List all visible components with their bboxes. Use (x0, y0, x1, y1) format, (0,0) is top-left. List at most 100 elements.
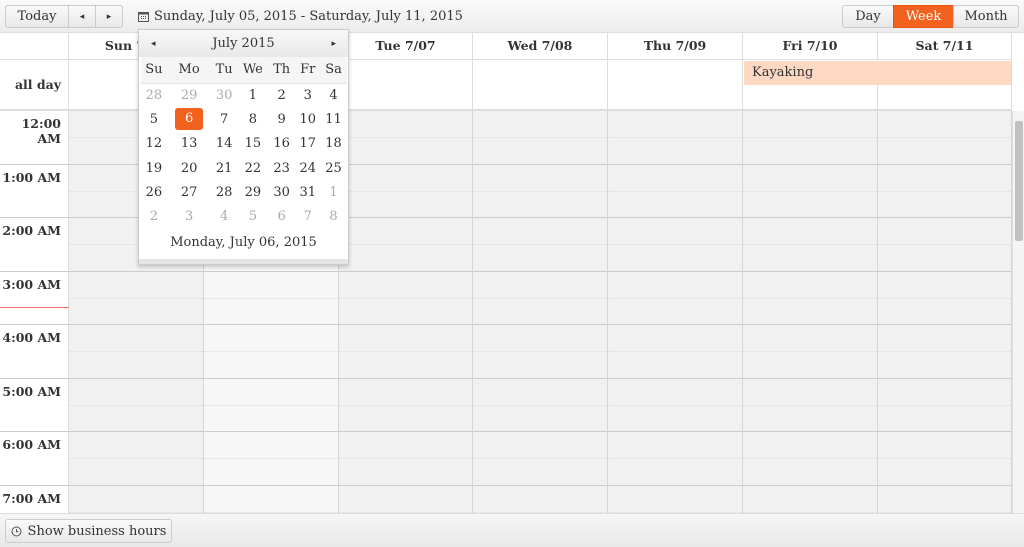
datepicker-day[interactable]: 3 (295, 83, 321, 107)
datepicker-day[interactable]: 4 (211, 204, 237, 228)
time-slot[interactable] (743, 378, 878, 432)
datepicker-day[interactable]: 19 (141, 156, 168, 180)
prev-button[interactable]: ◂ (68, 5, 96, 28)
time-slot[interactable] (878, 164, 1012, 218)
datepicker-day[interactable]: 30 (211, 83, 237, 107)
time-slot[interactable] (473, 378, 608, 432)
datepicker-day[interactable]: 30 (268, 180, 294, 204)
datepicker-day[interactable]: 3 (167, 204, 211, 228)
datepicker-day[interactable]: 12 (141, 132, 168, 156)
day-header[interactable]: Tue 7/07 (339, 33, 473, 60)
time-slot[interactable] (339, 325, 473, 379)
datepicker-day[interactable]: 2 (141, 204, 168, 228)
datepicker-title[interactable]: July 2015 (212, 36, 274, 51)
time-slot[interactable] (473, 111, 608, 165)
datepicker-day[interactable]: 7 (211, 107, 237, 131)
day-header[interactable]: Thu 7/09 (608, 33, 743, 60)
datepicker-day[interactable]: 23 (268, 156, 294, 180)
datepicker-day[interactable]: 1 (321, 180, 347, 204)
time-slot[interactable] (608, 218, 743, 272)
time-slot[interactable] (608, 111, 743, 165)
datepicker-day[interactable]: 21 (211, 156, 237, 180)
time-slot[interactable] (608, 378, 743, 432)
time-slot[interactable] (339, 432, 473, 486)
time-slot[interactable] (339, 111, 473, 165)
time-slot[interactable] (473, 432, 608, 486)
time-slot[interactable] (878, 378, 1012, 432)
time-slot[interactable] (878, 432, 1012, 486)
datepicker-day[interactable]: 20 (167, 156, 211, 180)
datepicker-day[interactable]: 24 (295, 156, 321, 180)
time-slot[interactable] (743, 164, 878, 218)
time-slot[interactable] (204, 325, 339, 379)
datepicker-day[interactable]: 7 (295, 204, 321, 228)
time-slot[interactable] (204, 432, 339, 486)
datepicker-day[interactable]: 9 (268, 107, 294, 131)
datepicker-today-link[interactable]: Monday, July 06, 2015 (139, 235, 348, 250)
time-slot[interactable] (743, 271, 878, 325)
day-header[interactable]: Wed 7/08 (473, 33, 608, 60)
time-slot[interactable] (878, 325, 1012, 379)
time-slot[interactable] (69, 432, 204, 486)
datepicker-next-icon[interactable]: ▸ (331, 39, 336, 49)
datepicker-day[interactable]: 28 (211, 180, 237, 204)
datepicker-day[interactable]: 8 (237, 107, 268, 131)
time-slot[interactable] (69, 378, 204, 432)
time-slot[interactable] (608, 432, 743, 486)
view-month-button[interactable]: Month (953, 5, 1019, 28)
time-slot[interactable] (339, 271, 473, 325)
time-slot[interactable] (339, 218, 473, 272)
time-slot[interactable] (743, 218, 878, 272)
all-day-cell[interactable] (473, 60, 608, 111)
view-week-button[interactable]: Week (893, 5, 954, 28)
time-slot[interactable] (473, 271, 608, 325)
view-day-button[interactable]: Day (842, 5, 894, 28)
time-slot[interactable] (473, 218, 608, 272)
datepicker-prev-icon[interactable]: ◂ (151, 39, 156, 49)
datepicker-day[interactable]: 28 (141, 83, 168, 107)
time-slot[interactable] (878, 111, 1012, 165)
datepicker-day[interactable]: 2 (268, 83, 294, 107)
time-slot[interactable] (743, 111, 878, 165)
time-slot[interactable] (69, 271, 204, 325)
datepicker-day[interactable]: 26 (141, 180, 168, 204)
datepicker-day[interactable]: 14 (211, 132, 237, 156)
time-slot[interactable] (743, 325, 878, 379)
time-slot[interactable] (473, 325, 608, 379)
datepicker-day[interactable]: 17 (295, 132, 321, 156)
datepicker-day[interactable]: 11 (321, 107, 347, 131)
time-slot[interactable] (204, 271, 339, 325)
time-slot[interactable] (69, 325, 204, 379)
datepicker-day[interactable]: 10 (295, 107, 321, 131)
datepicker-day[interactable]: 29 (167, 83, 211, 107)
datepicker-day[interactable]: 13 (167, 132, 211, 156)
time-slot[interactable] (339, 378, 473, 432)
event-kayaking[interactable]: Kayaking (744, 61, 1011, 85)
time-slot[interactable] (743, 432, 878, 486)
time-slot[interactable] (878, 271, 1012, 325)
all-day-cell[interactable] (339, 60, 473, 111)
today-button[interactable]: Today (5, 5, 69, 28)
datepicker-day[interactable]: 6 (167, 107, 211, 131)
datepicker-day[interactable]: 15 (237, 132, 268, 156)
time-slot[interactable] (339, 164, 473, 218)
time-slot[interactable] (608, 271, 743, 325)
day-header[interactable]: Fri 7/10 (743, 33, 878, 60)
datepicker-day[interactable]: 6 (268, 204, 294, 228)
datepicker-day[interactable]: 8 (321, 204, 347, 228)
datepicker-day[interactable]: 22 (237, 156, 268, 180)
datepicker-day[interactable]: 5 (141, 107, 168, 131)
time-slot[interactable] (878, 218, 1012, 272)
datepicker-day[interactable]: 27 (167, 180, 211, 204)
day-header[interactable]: Sat 7/11 (878, 33, 1012, 60)
all-day-cell[interactable] (608, 60, 743, 111)
next-button[interactable]: ▸ (95, 5, 123, 28)
time-slot[interactable] (204, 378, 339, 432)
datepicker-day[interactable]: 18 (321, 132, 347, 156)
time-slot[interactable] (473, 164, 608, 218)
datepicker-day[interactable]: 16 (268, 132, 294, 156)
datepicker-day[interactable]: 29 (237, 180, 268, 204)
date-range-picker[interactable]: Sunday, July 05, 2015 - Saturday, July 1… (138, 9, 463, 24)
time-slot[interactable] (608, 164, 743, 218)
time-slot[interactable] (608, 325, 743, 379)
